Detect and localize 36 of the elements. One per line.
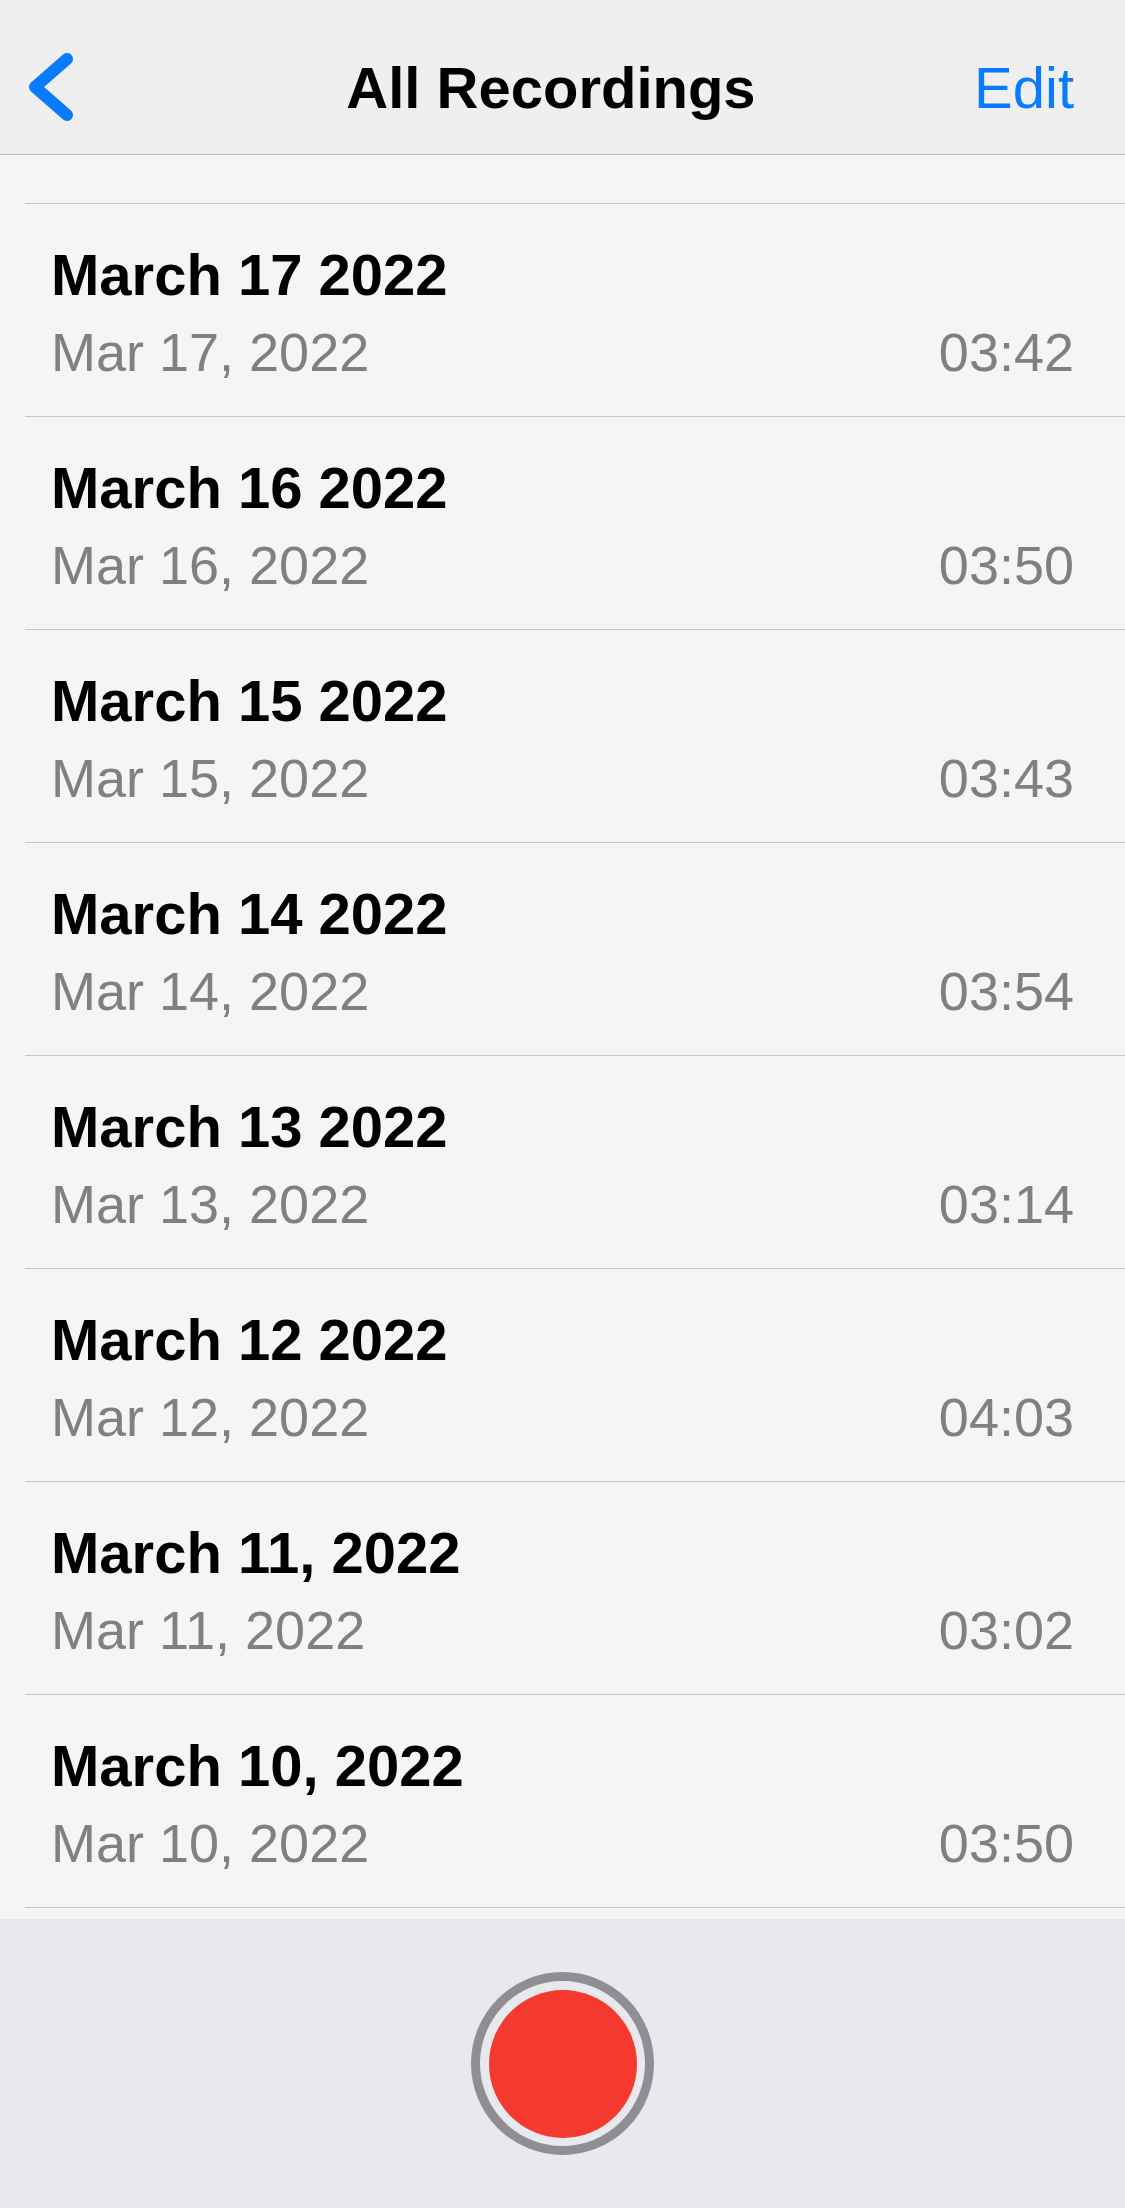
- recording-row[interactable]: March 14 2022 Mar 14, 2022 03:54: [0, 843, 1125, 1055]
- recording-date: Mar 10, 2022: [51, 1812, 370, 1874]
- recording-title: March 11, 2022: [51, 1519, 461, 1587]
- recording-title: March 13 2022: [51, 1093, 448, 1161]
- recording-duration: 03:50: [938, 1812, 1074, 1874]
- recording-row[interactable]: March 10, 2022 Mar 10, 2022 03:50: [0, 1695, 1125, 1907]
- recording-duration: 03:54: [938, 960, 1074, 1022]
- recording-title: March 10, 2022: [51, 1732, 464, 1800]
- screen-title: All Recordings: [346, 53, 756, 121]
- recording-date: Mar 16, 2022: [51, 534, 370, 596]
- recording-duration: 03:14: [938, 1173, 1074, 1235]
- recording-duration: 03:02: [938, 1599, 1074, 1661]
- recording-row[interactable]: March 15 2022 Mar 15, 2022 03:43: [0, 630, 1125, 842]
- recording-row[interactable]: March 16 2022 Mar 16, 2022 03:50: [0, 417, 1125, 629]
- chevron-left-icon: [28, 52, 74, 122]
- recording-row[interactable]: March 11, 2022 Mar 11, 2022 03:02: [0, 1482, 1125, 1694]
- recording-duration: 03:42: [938, 321, 1074, 383]
- recording-duration: 04:03: [938, 1386, 1074, 1448]
- recording-date: Mar 17, 2022: [51, 321, 370, 383]
- recording-row[interactable]: March 12 2022 Mar 12, 2022 04:03: [0, 1269, 1125, 1481]
- recording-date: Mar 15, 2022: [51, 747, 370, 809]
- recording-duration: 03:43: [938, 747, 1074, 809]
- back-button[interactable]: [28, 52, 74, 122]
- recording-row[interactable]: March 17 2022 Mar 17, 2022 03:42: [0, 204, 1125, 416]
- record-circle-icon: [488, 1989, 637, 2138]
- recording-title: March 14 2022: [51, 880, 448, 948]
- recording-title: March 17 2022: [51, 241, 448, 309]
- recording-date: Mar 11, 2022: [51, 1599, 366, 1661]
- recording-title: March 15 2022: [51, 667, 448, 735]
- recording-date: Mar 14, 2022: [51, 960, 370, 1022]
- recording-date: Mar 12, 2022: [51, 1386, 370, 1448]
- recording-title: March 12 2022: [51, 1306, 448, 1374]
- recording-duration: 03:50: [938, 534, 1074, 596]
- recording-title: March 16 2022: [51, 454, 448, 522]
- recording-row[interactable]: March 13 2022 Mar 13, 2022 03:14: [0, 1056, 1125, 1268]
- recording-date: Mar 13, 2022: [51, 1173, 370, 1235]
